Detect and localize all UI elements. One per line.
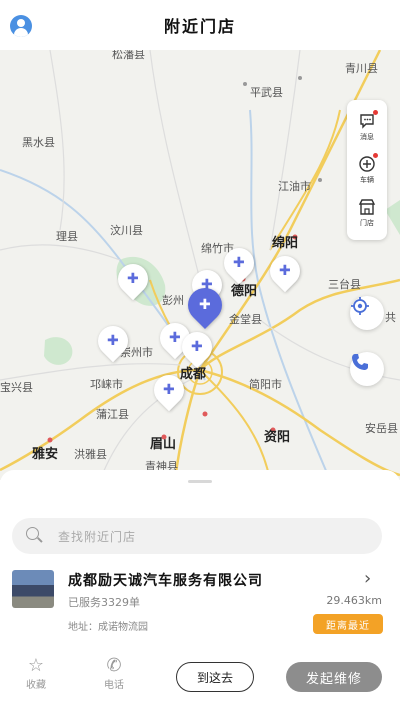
map-label-pujiang: 蒲江县 [96, 408, 129, 421]
map-roads [0, 50, 400, 480]
chat-bubble-icon [358, 110, 378, 130]
star-icon: ☆ [27, 655, 45, 676]
locate-button[interactable] [350, 296, 384, 330]
store-distance: 29.463km [326, 594, 382, 607]
store-name: 成都励天诚汽车服务有限公司 [68, 573, 263, 589]
map-label-deyang: 德阳 [231, 284, 258, 299]
map-label-yaan: 雅安 [32, 447, 59, 462]
map-label-santai: 三台县 [328, 278, 361, 291]
target-icon [351, 297, 369, 315]
store-address: 地址：成诺物流园 [68, 622, 148, 633]
message-tool[interactable]: 消息 [358, 110, 378, 142]
map-label-ziyang: 资阳 [264, 430, 291, 445]
map-view[interactable]: 松潘县 青川县 平武县 黑水县 江油市 汶川县 理县 绵竹市 绵阳 德阳 三台县… [0, 50, 400, 480]
map-label-chengdu: 成都 [180, 367, 207, 382]
map-label-qingchuan: 青川县 [345, 62, 378, 75]
add-circle-icon [358, 152, 378, 173]
map-label-hongya: 洪雅县 [74, 448, 107, 461]
wrench-icon: ✚ [191, 339, 203, 356]
nearest-badge: 距离最近 [313, 614, 383, 634]
map-label-heishui: 黑水县 [22, 136, 55, 149]
map-label-songpan: 松潘县 [112, 50, 145, 61]
map-label-jiangyou: 江油市 [278, 180, 311, 193]
wrench-icon: ✚ [233, 255, 245, 272]
search-icon [26, 527, 44, 545]
phone-icon [352, 354, 368, 370]
wrench-icon: ✚ [127, 271, 139, 288]
call-button[interactable] [350, 352, 384, 386]
page-title: 附近门店 [163, 17, 236, 36]
wrench-icon: ✚ [107, 333, 119, 350]
search-placeholder: 查找附近门店 [58, 529, 137, 544]
favorite-button[interactable]: ☆ 收藏 [26, 655, 46, 692]
store-search-input[interactable]: 查找附近门店 [12, 518, 382, 554]
go-here-button[interactable]: 到这去 [176, 662, 254, 692]
storefront-icon [358, 198, 376, 216]
map-label-pengzhou: 彭州 [162, 294, 184, 307]
wrench-icon: ✚ [169, 330, 181, 347]
wrench-icon: ✚ [163, 382, 175, 399]
map-label-qionglai: 邛崃市 [90, 378, 123, 391]
store-sheet: 查找附近门店 成都励天诚汽车服务有限公司 已服务3329单 地址：成诺物流园 ›… [0, 470, 400, 711]
chevron-right-icon[interactable]: › [364, 568, 371, 589]
map-label-jintang: 金堂县 [229, 313, 262, 326]
sheet-handle[interactable] [188, 480, 212, 483]
store-tool[interactable]: 门店 [358, 198, 376, 228]
map-label-jianyang: 简阳市 [249, 378, 282, 391]
map-toolbar: 消息 车辆 门店 [347, 100, 387, 240]
map-label-li: 理县 [56, 230, 78, 243]
start-repair-button[interactable]: 发起维修 [286, 662, 382, 692]
map-label-anyue: 安岳县 [365, 422, 398, 435]
top-bar: 附近门店 [0, 0, 400, 50]
map-label-pingwu: 平武县 [250, 86, 283, 99]
phone-outline-icon: ✆ [106, 655, 122, 676]
store-card[interactable]: 成都励天诚汽车服务有限公司 已服务3329单 地址：成诺物流园 › 29.463… [12, 568, 388, 638]
map-label-baoxing: 宝兴县 [0, 381, 33, 394]
vehicle-tool[interactable]: 车辆 [358, 152, 378, 185]
map-label-meishan: 眉山 [150, 437, 177, 452]
user-avatar-icon[interactable] [10, 15, 32, 37]
map-label-gong: 共 [385, 311, 396, 324]
wrench-icon: ✚ [279, 263, 291, 280]
wrench-icon: ✚ [199, 297, 211, 314]
store-served-count: 已服务3329单 [68, 596, 140, 609]
map-label-wenchuan: 汶川县 [110, 224, 143, 237]
store-photo [12, 570, 54, 608]
action-bar: ☆ 收藏 ✆ 电话 到这去 发起维修 [0, 652, 400, 702]
phone-button[interactable]: ✆ 电话 [104, 655, 124, 692]
map-label-mianyang: 绵阳 [272, 236, 299, 251]
